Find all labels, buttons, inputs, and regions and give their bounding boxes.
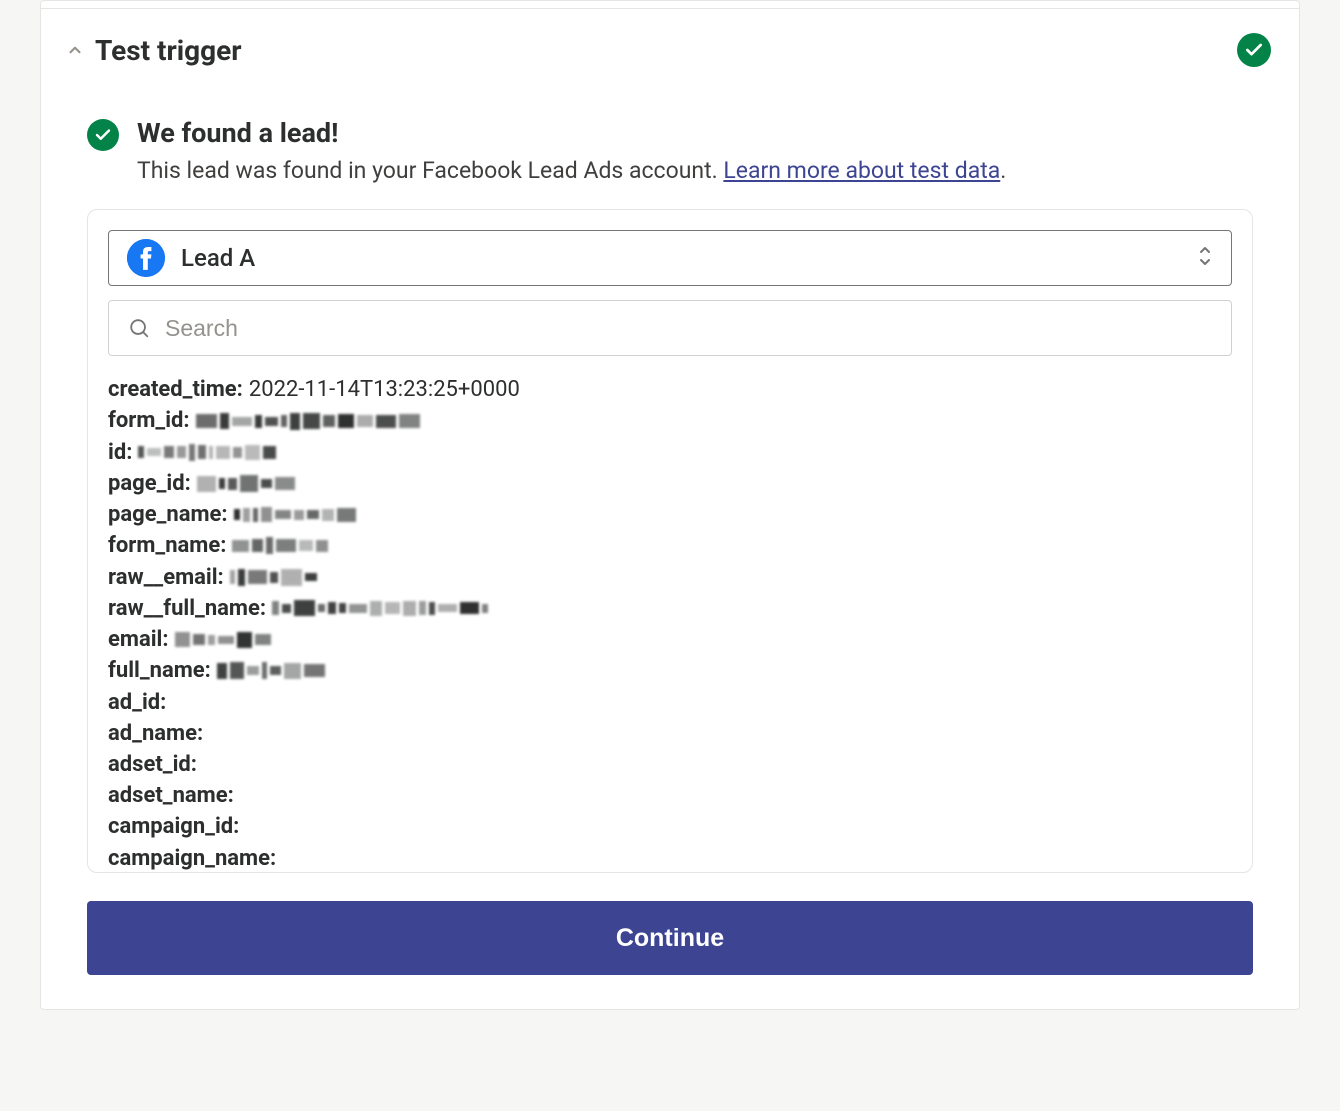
field-key: campaign_id:	[108, 811, 239, 842]
field-key: adset_id:	[108, 749, 197, 780]
redacted-value	[138, 443, 276, 461]
field-key: raw__full_name:	[108, 593, 266, 624]
check-icon	[87, 119, 119, 151]
continue-button[interactable]: Continue	[87, 901, 1253, 975]
top-divider	[41, 1, 1299, 9]
lead-select-label: Lead A	[181, 244, 1181, 272]
field-key: ad_name:	[108, 718, 203, 749]
section-header-left: Test trigger	[65, 34, 242, 67]
status-sub-prefix: This lead was found in your Facebook Lea…	[137, 157, 723, 184]
field-value: 2022-11-14T13:23:25+0000	[249, 374, 520, 405]
facebook-icon	[127, 239, 165, 277]
field-key: raw__email:	[108, 562, 224, 593]
field-row: page_id:	[108, 468, 1232, 499]
redacted-value	[230, 568, 317, 586]
field-key: id:	[108, 437, 132, 468]
field-row: campaign_id:	[108, 811, 1232, 842]
field-row: raw__email:	[108, 562, 1232, 593]
section-title: Test trigger	[95, 34, 242, 67]
field-row: full_name:	[108, 655, 1232, 686]
field-row: page_name:	[108, 499, 1232, 530]
status-text: We found a lead! This lead was found in …	[137, 117, 1271, 187]
status-row: We found a lead! This lead was found in …	[41, 75, 1299, 187]
status-success-badge	[1237, 33, 1271, 67]
field-key: form_name:	[108, 530, 226, 561]
section-header[interactable]: Test trigger	[41, 9, 1299, 75]
search-box[interactable]	[108, 300, 1232, 356]
field-row: email:	[108, 624, 1232, 655]
updown-icon	[1197, 244, 1213, 272]
search-icon	[127, 316, 151, 340]
field-key: ad_id:	[108, 687, 166, 718]
redacted-value	[217, 662, 325, 680]
redacted-value	[232, 537, 328, 555]
redacted-value	[196, 412, 420, 430]
field-key: form_id:	[108, 405, 190, 436]
field-row: adset_id:	[108, 749, 1232, 780]
redacted-value	[234, 506, 356, 524]
field-row: adset_name:	[108, 780, 1232, 811]
field-row: raw__full_name:	[108, 593, 1232, 624]
status-sub-suffix: .	[1000, 157, 1006, 184]
field-key: full_name:	[108, 655, 211, 686]
field-row: form_name:	[108, 530, 1232, 561]
search-input[interactable]	[165, 315, 1213, 342]
status-subtext: This lead was found in your Facebook Lea…	[137, 155, 1271, 187]
field-key: page_name:	[108, 499, 228, 530]
lead-data-box: Lead A created_time: 2022-11-14T13:23:25…	[87, 209, 1253, 873]
field-row: form_id:	[108, 405, 1232, 436]
redacted-value	[272, 599, 488, 617]
field-key: page_id:	[108, 468, 191, 499]
field-key: created_time:	[108, 374, 243, 405]
field-row: campaign_name:	[108, 843, 1232, 872]
learn-more-link[interactable]: Learn more about test data	[723, 157, 1000, 184]
redacted-value	[197, 475, 295, 493]
lead-select[interactable]: Lead A	[108, 230, 1232, 286]
field-key: campaign_name:	[108, 843, 276, 872]
field-row: created_time: 2022-11-14T13:23:25+0000	[108, 374, 1232, 405]
field-row: id:	[108, 437, 1232, 468]
field-key: email:	[108, 624, 169, 655]
redacted-value	[175, 631, 271, 649]
chevron-up-icon[interactable]	[65, 40, 85, 60]
test-trigger-card: Test trigger We found a lead! This lead …	[40, 0, 1300, 1010]
field-row: ad_name:	[108, 718, 1232, 749]
field-row: ad_id:	[108, 687, 1232, 718]
fields-list: created_time: 2022-11-14T13:23:25+0000fo…	[88, 374, 1252, 872]
field-key: adset_name:	[108, 780, 234, 811]
status-heading: We found a lead!	[137, 117, 1271, 149]
